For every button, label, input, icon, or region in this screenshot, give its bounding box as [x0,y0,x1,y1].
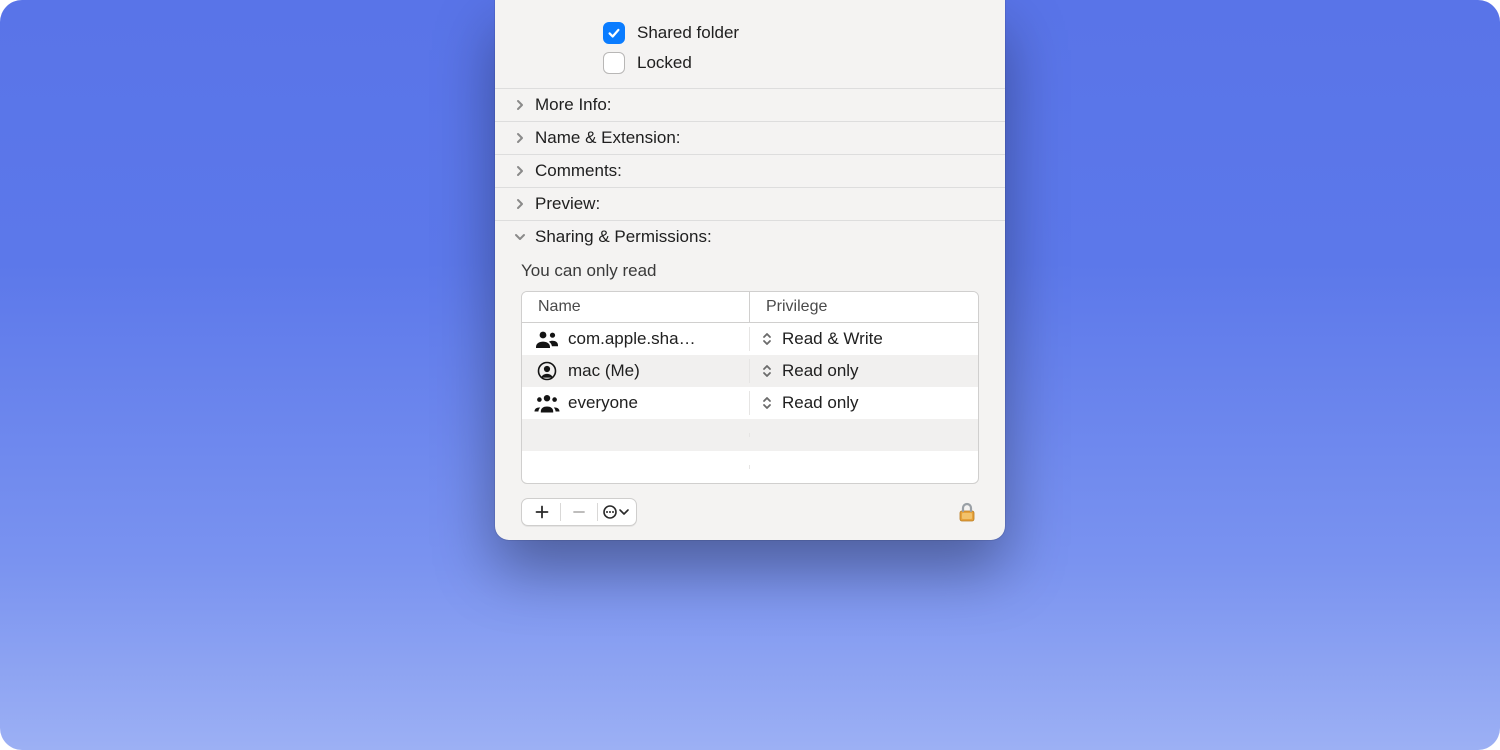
row-privilege: Read only [782,361,859,381]
locked-label: Locked [637,53,692,73]
sharing-note: You can only read [495,253,1005,291]
row-name: com.apple.sha… [568,329,696,349]
chevron-right-icon [513,164,527,178]
table-row [522,419,978,451]
shared-folder-checkbox[interactable] [603,22,625,44]
chevron-right-icon [513,131,527,145]
table-row[interactable]: everyone Read only [522,387,978,419]
row-privilege: Read & Write [782,329,883,349]
table-row[interactable]: mac (Me) Read only [522,355,978,387]
chevron-down-icon [513,230,527,244]
stepper-icon[interactable] [760,331,774,347]
more-actions-button[interactable] [598,499,634,525]
section-title: Name & Extension: [535,128,681,148]
permissions-header: Name Privilege [522,292,978,323]
chevron-right-icon [513,197,527,211]
shared-folder-row: Shared folder [495,18,1005,48]
get-info-window: Shared folder Locked More Info: Name & E… [495,0,1005,540]
section-title: Comments: [535,161,622,181]
column-name[interactable]: Name [522,292,750,322]
remove-button[interactable] [561,499,597,525]
segmented-control [521,498,637,526]
section-title: Preview: [535,194,600,214]
row-name: everyone [568,393,638,413]
section-name-extension[interactable]: Name & Extension: [495,121,1005,154]
stepper-icon[interactable] [760,363,774,379]
stepper-icon[interactable] [760,395,774,411]
section-title: More Info: [535,95,612,115]
everyone-icon [534,393,560,413]
section-more-info[interactable]: More Info: [495,88,1005,121]
table-row[interactable]: com.apple.sha… Read & Write [522,323,978,355]
table-row [522,451,978,483]
row-privilege: Read only [782,393,859,413]
section-comments[interactable]: Comments: [495,154,1005,187]
lock-icon[interactable] [955,500,979,524]
column-privilege[interactable]: Privilege [750,292,978,322]
permissions-table: Name Privilege com.apple.sha… [521,291,979,484]
section-preview[interactable]: Preview: [495,187,1005,220]
user-icon [534,361,560,381]
locked-row: Locked [495,48,1005,88]
chevron-right-icon [513,98,527,112]
group-icon [534,329,560,349]
row-name: mac (Me) [568,361,640,381]
permissions-toolbar [521,498,979,526]
shared-folder-label: Shared folder [637,23,739,43]
section-title: Sharing & Permissions: [535,227,712,247]
section-sharing-permissions[interactable]: Sharing & Permissions: [495,220,1005,253]
locked-checkbox[interactable] [603,52,625,74]
add-button[interactable] [524,499,560,525]
